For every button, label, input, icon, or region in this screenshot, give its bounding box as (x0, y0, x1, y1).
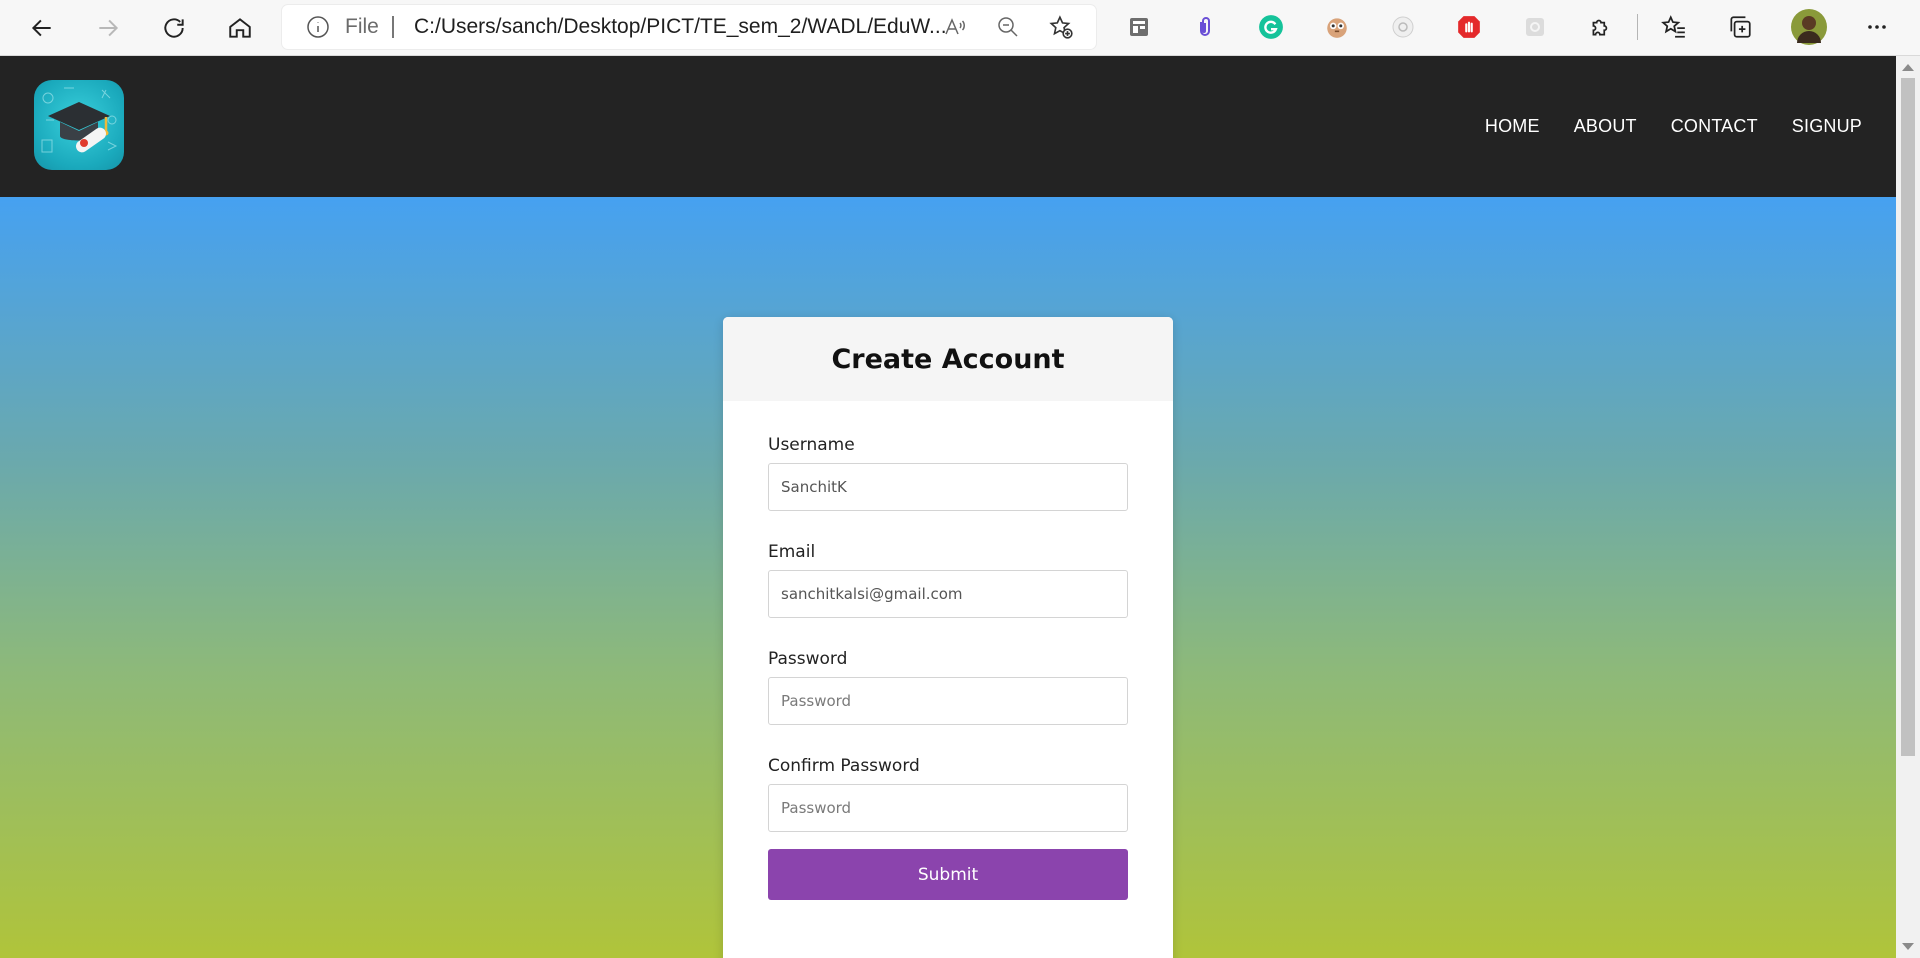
zoom-out-button[interactable] (995, 14, 1021, 40)
extension-adblock-button[interactable] (1454, 12, 1484, 42)
address-bar[interactable]: File C:/Users/sanch/Desktop/PICT/TE_sem_… (282, 5, 1096, 49)
email-label: Email (768, 542, 816, 562)
home-button[interactable] (220, 8, 260, 48)
refresh-icon (164, 18, 184, 38)
scroll-down-arrow-icon[interactable] (1902, 943, 1914, 950)
toolbar-divider (1637, 14, 1638, 40)
forward-button[interactable] (88, 8, 128, 48)
favorites-button[interactable] (1659, 12, 1689, 42)
confirm-password-field-group: Confirm Password (768, 756, 1128, 832)
extension-owl-button[interactable] (1322, 12, 1352, 42)
create-account-card: Create Account Username Email Password C… (723, 317, 1173, 958)
nav-about-link[interactable]: ABOUT (1574, 116, 1637, 137)
password-input[interactable] (768, 677, 1128, 725)
confirm-password-label: Confirm Password (768, 756, 920, 776)
scroll-up-arrow-icon[interactable] (1902, 64, 1914, 71)
nav-contact-link[interactable]: CONTACT (1671, 116, 1758, 137)
owl-icon (1327, 18, 1347, 38)
more-dots-icon (1868, 25, 1886, 29)
nav-links: HOME ABOUT CONTACT SIGNUP (1485, 56, 1862, 197)
extension-reader-button[interactable] (1124, 12, 1154, 42)
collections-icon (1730, 16, 1751, 38)
home-icon (229, 18, 251, 38)
site-logo[interactable] (34, 80, 124, 170)
address-separator (392, 16, 394, 38)
form-title: Create Account (831, 343, 1065, 375)
profile-button[interactable] (1791, 9, 1827, 45)
forward-arrow-icon (99, 19, 119, 37)
settings-more-button[interactable] (1862, 12, 1892, 42)
card-header: Create Account (723, 317, 1173, 401)
zoom-out-icon (998, 17, 1018, 37)
back-arrow-icon (31, 19, 51, 37)
signup-hero: Create Account Username Email Password C… (0, 197, 1896, 958)
info-icon[interactable] (306, 15, 330, 39)
browser-toolbar: File C:/Users/sanch/Desktop/PICT/TE_sem_… (0, 0, 1920, 56)
avatar (1791, 9, 1827, 45)
read-aloud-icon (945, 18, 965, 35)
grammarly-icon (1259, 15, 1283, 39)
paperclip-icon (1200, 17, 1210, 36)
dial-icon (1392, 16, 1414, 38)
adblock-hand-icon (1458, 16, 1480, 38)
username-input[interactable] (768, 463, 1128, 511)
settings-extension-icon (1526, 18, 1544, 36)
extension-clip-button[interactable] (1190, 12, 1220, 42)
password-label: Password (768, 649, 848, 669)
extension-grey-button[interactable] (1520, 12, 1550, 42)
extension-dial-button[interactable] (1388, 12, 1418, 42)
page-scrollbar[interactable] (1896, 56, 1920, 958)
refresh-button[interactable] (154, 8, 194, 48)
password-field-group: Password (768, 649, 1128, 725)
nav-signup-link[interactable]: SIGNUP (1792, 116, 1862, 137)
submit-button[interactable]: Submit (768, 849, 1128, 900)
page-viewport: HOME ABOUT CONTACT SIGNUP Create Account… (0, 56, 1896, 958)
favorites-list-icon (1661, 15, 1685, 38)
star-add-icon (1049, 15, 1073, 39)
nav-home-link[interactable]: HOME (1485, 116, 1540, 137)
signup-form: Username Email Password Confirm Password… (723, 401, 1173, 900)
url-container: C:/Users/sanch/Desktop/PICT/TE_sem_2/WAD… (414, 5, 1214, 49)
extension-grammarly-button[interactable] (1256, 12, 1286, 42)
email-field-group: Email (768, 542, 1128, 618)
email-input[interactable] (768, 570, 1128, 618)
site-navbar: HOME ABOUT CONTACT SIGNUP (0, 56, 1896, 197)
scrollbar-thumb[interactable] (1901, 78, 1915, 756)
username-field-group: Username (768, 435, 1128, 511)
extensions-menu-button[interactable] (1586, 12, 1616, 42)
add-favorite-button[interactable] (1048, 14, 1074, 40)
confirm-password-input[interactable] (768, 784, 1128, 832)
reader-mode-icon (1130, 18, 1148, 36)
graduation-cap-icon (41, 87, 118, 153)
url-text[interactable]: C:/Users/sanch/Desktop/PICT/TE_sem_2/WAD… (414, 15, 1214, 39)
read-aloud-button[interactable] (942, 14, 968, 40)
file-protocol-label: File (345, 15, 379, 38)
puzzle-piece-icon (1592, 19, 1608, 36)
collections-button[interactable] (1725, 12, 1755, 42)
back-button[interactable] (22, 8, 62, 48)
username-label: Username (768, 435, 855, 455)
